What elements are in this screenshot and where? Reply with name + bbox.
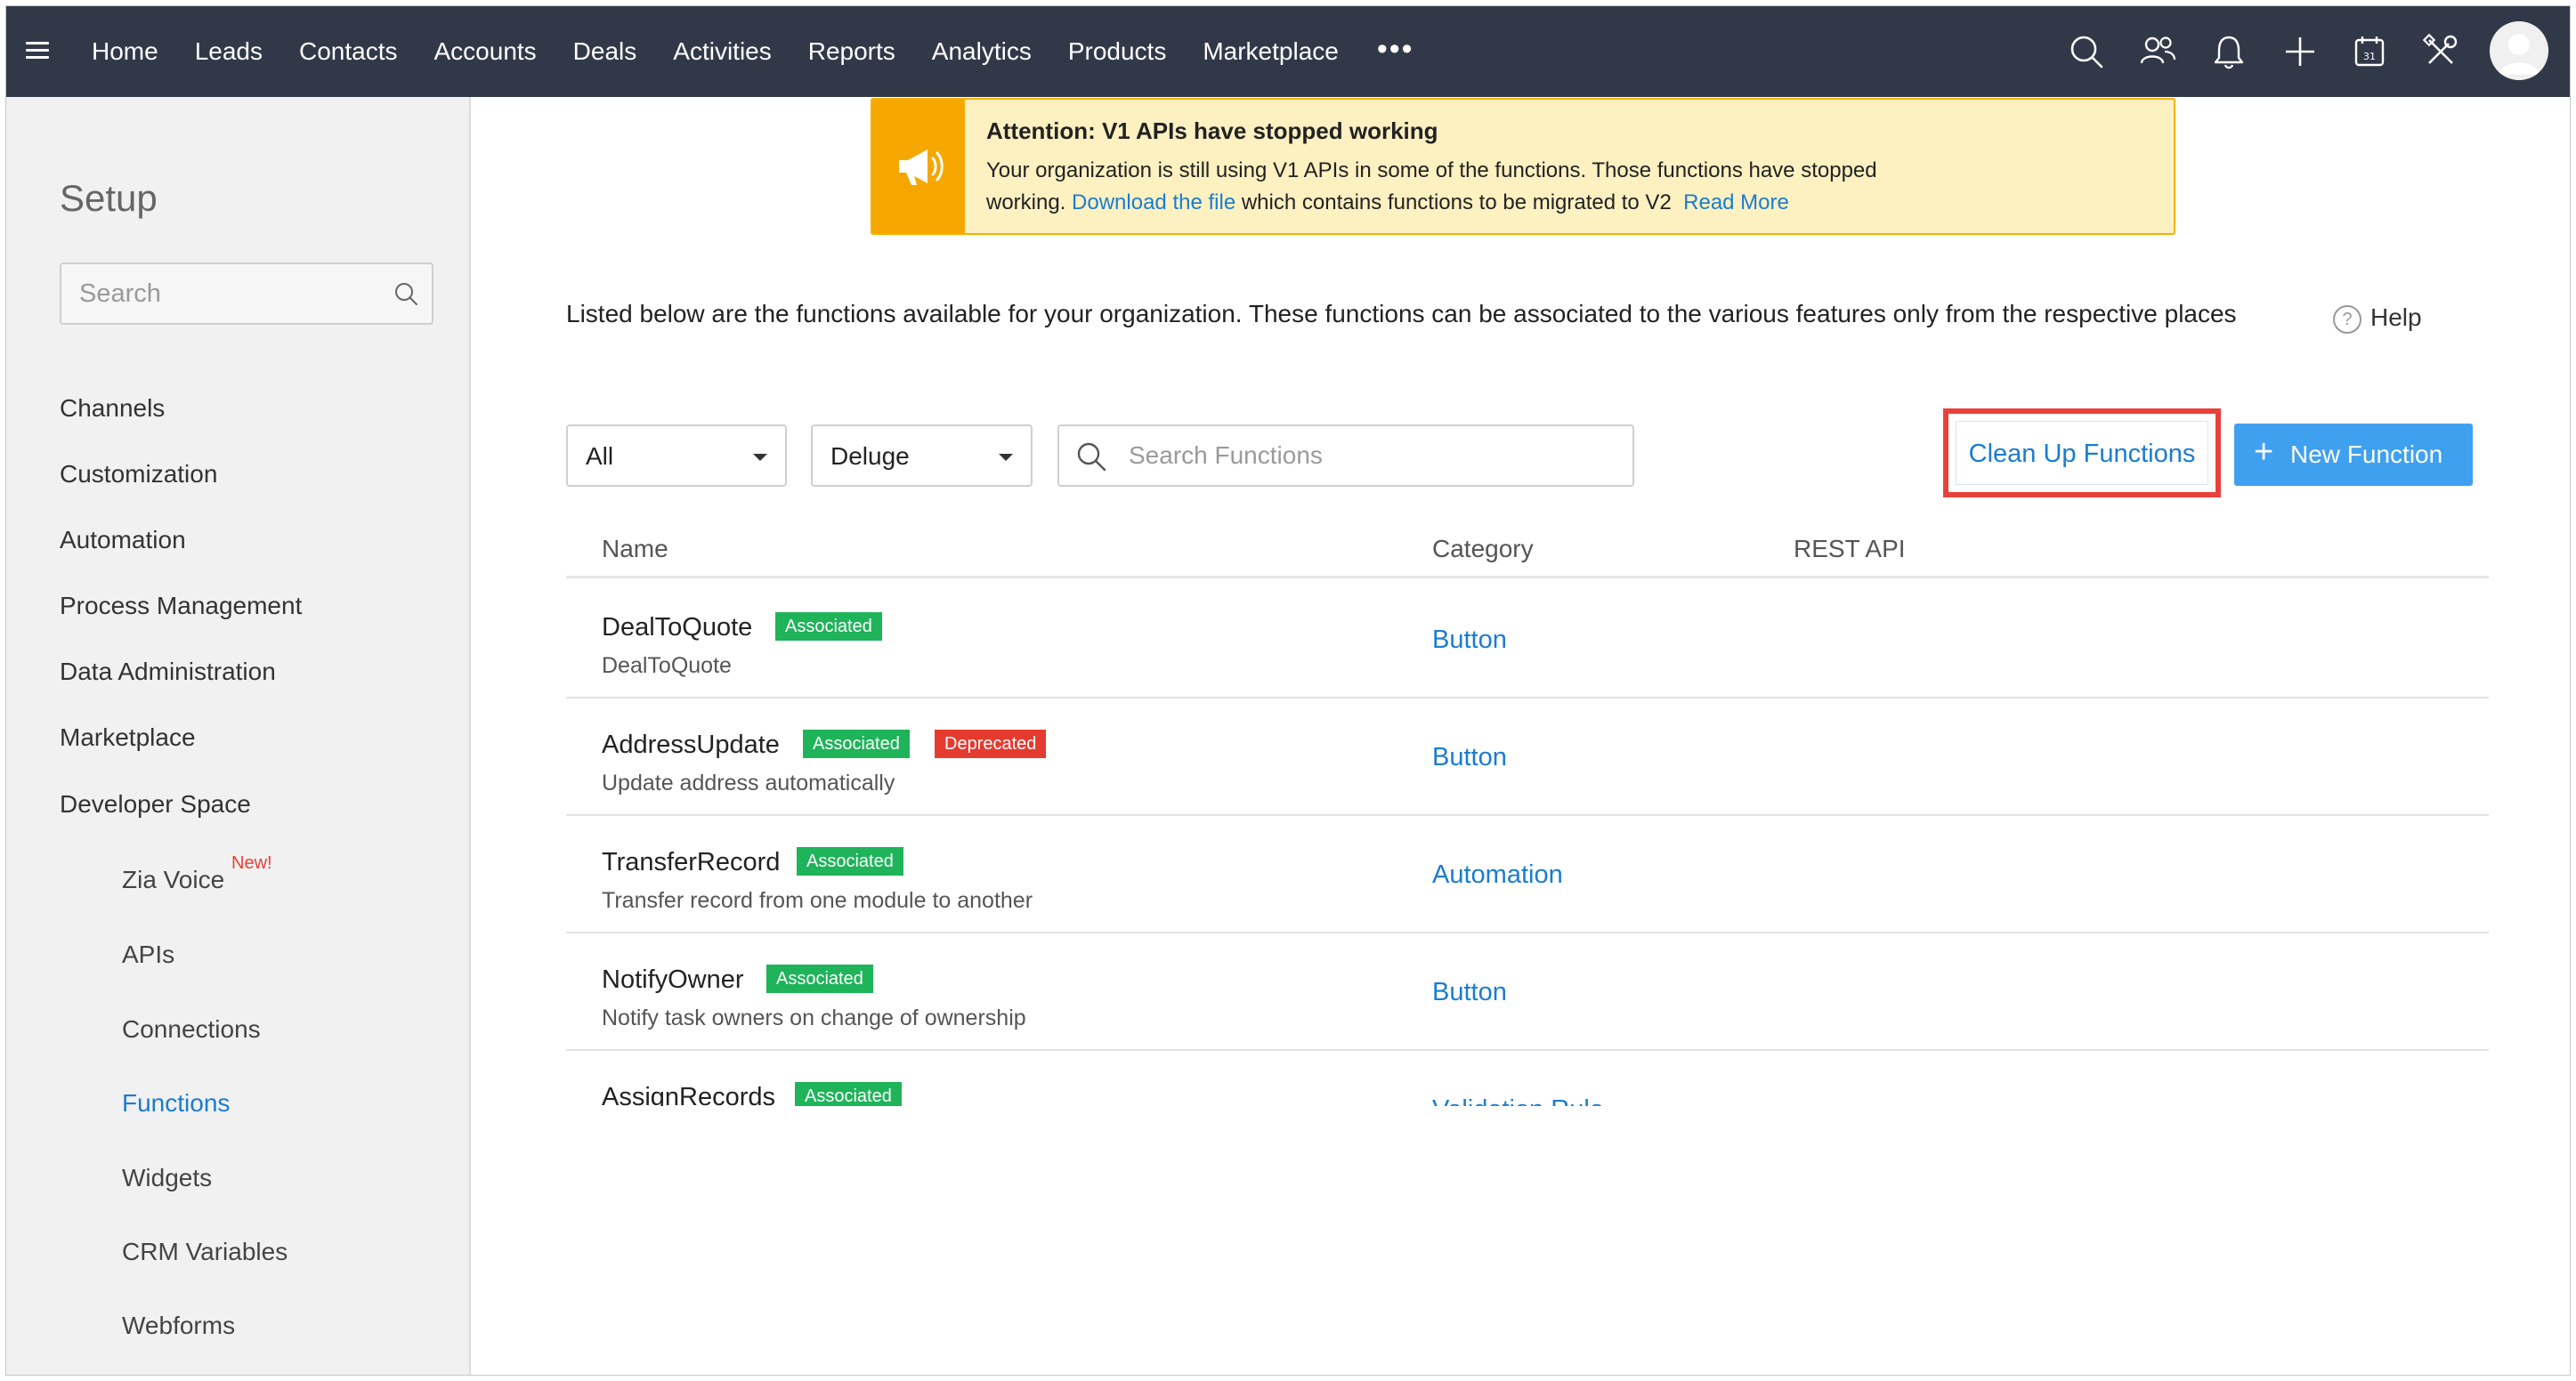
function-category-link[interactable]: Button bbox=[1432, 626, 1507, 655]
function-category-link[interactable]: Button bbox=[1432, 743, 1507, 772]
column-header-name: Name bbox=[602, 535, 668, 562]
function-name[interactable]: TransferRecord bbox=[602, 848, 780, 877]
deprecated-badge: Deprecated bbox=[935, 730, 1047, 758]
associated-badge: Associated bbox=[775, 612, 882, 641]
function-category-link[interactable]: Validation Rule bbox=[1432, 1095, 1604, 1106]
associated-badge: Associated bbox=[766, 965, 873, 993]
column-header-rest-api: REST API bbox=[1794, 535, 1906, 562]
function-name[interactable]: AddressUpdate bbox=[602, 731, 780, 760]
column-header-category: Category bbox=[1432, 535, 1534, 562]
sidebar-subitem-widgets[interactable]: Widgets bbox=[122, 1164, 212, 1192]
table-row[interactable]: NotifyOwner Associated Notify task owner… bbox=[566, 933, 2489, 1051]
function-category-link[interactable]: Automation bbox=[1432, 860, 1563, 890]
browser-frame: Home Leads Contacts Accounts Deals Activ… bbox=[5, 5, 2571, 1376]
function-description: Notify task owners on change of ownershi… bbox=[602, 1005, 1026, 1030]
table-row[interactable]: AddressUpdate Associated Deprecated Upda… bbox=[566, 699, 2489, 816]
table-row[interactable]: DealToQuote Associated DealToQuote Butto… bbox=[566, 581, 2489, 699]
table-row[interactable]: TransferRecord Associated Transfer recor… bbox=[566, 816, 2489, 933]
function-name[interactable]: NotifyOwner bbox=[602, 965, 744, 995]
associated-badge: Associated bbox=[803, 730, 910, 758]
sidebar-subitem-crm-variables[interactable]: CRM Variables bbox=[122, 1238, 288, 1266]
function-description: Transfer record from one module to anoth… bbox=[602, 888, 1033, 913]
table-header-divider bbox=[566, 576, 2489, 578]
associated-badge: Associated bbox=[795, 1082, 902, 1106]
app: Home Leads Contacts Accounts Deals Activ… bbox=[0, 0, 2576, 1381]
function-name[interactable]: DealToQuote bbox=[602, 613, 752, 642]
sidebar-subitem-webforms[interactable]: Webforms bbox=[122, 1312, 235, 1340]
associated-badge: Associated bbox=[797, 847, 903, 876]
function-description: DealToQuote bbox=[602, 653, 732, 678]
functions-table-viewport: Name Category REST API DealToQuote Assoc… bbox=[6, 6, 2570, 1106]
table-row[interactable]: AssignRecords Associated Validation Rule bbox=[566, 1051, 2489, 1106]
function-name[interactable]: AssignRecords bbox=[602, 1083, 775, 1106]
function-category-link[interactable]: Button bbox=[1432, 978, 1507, 1007]
function-description: Update address automatically bbox=[602, 771, 895, 795]
